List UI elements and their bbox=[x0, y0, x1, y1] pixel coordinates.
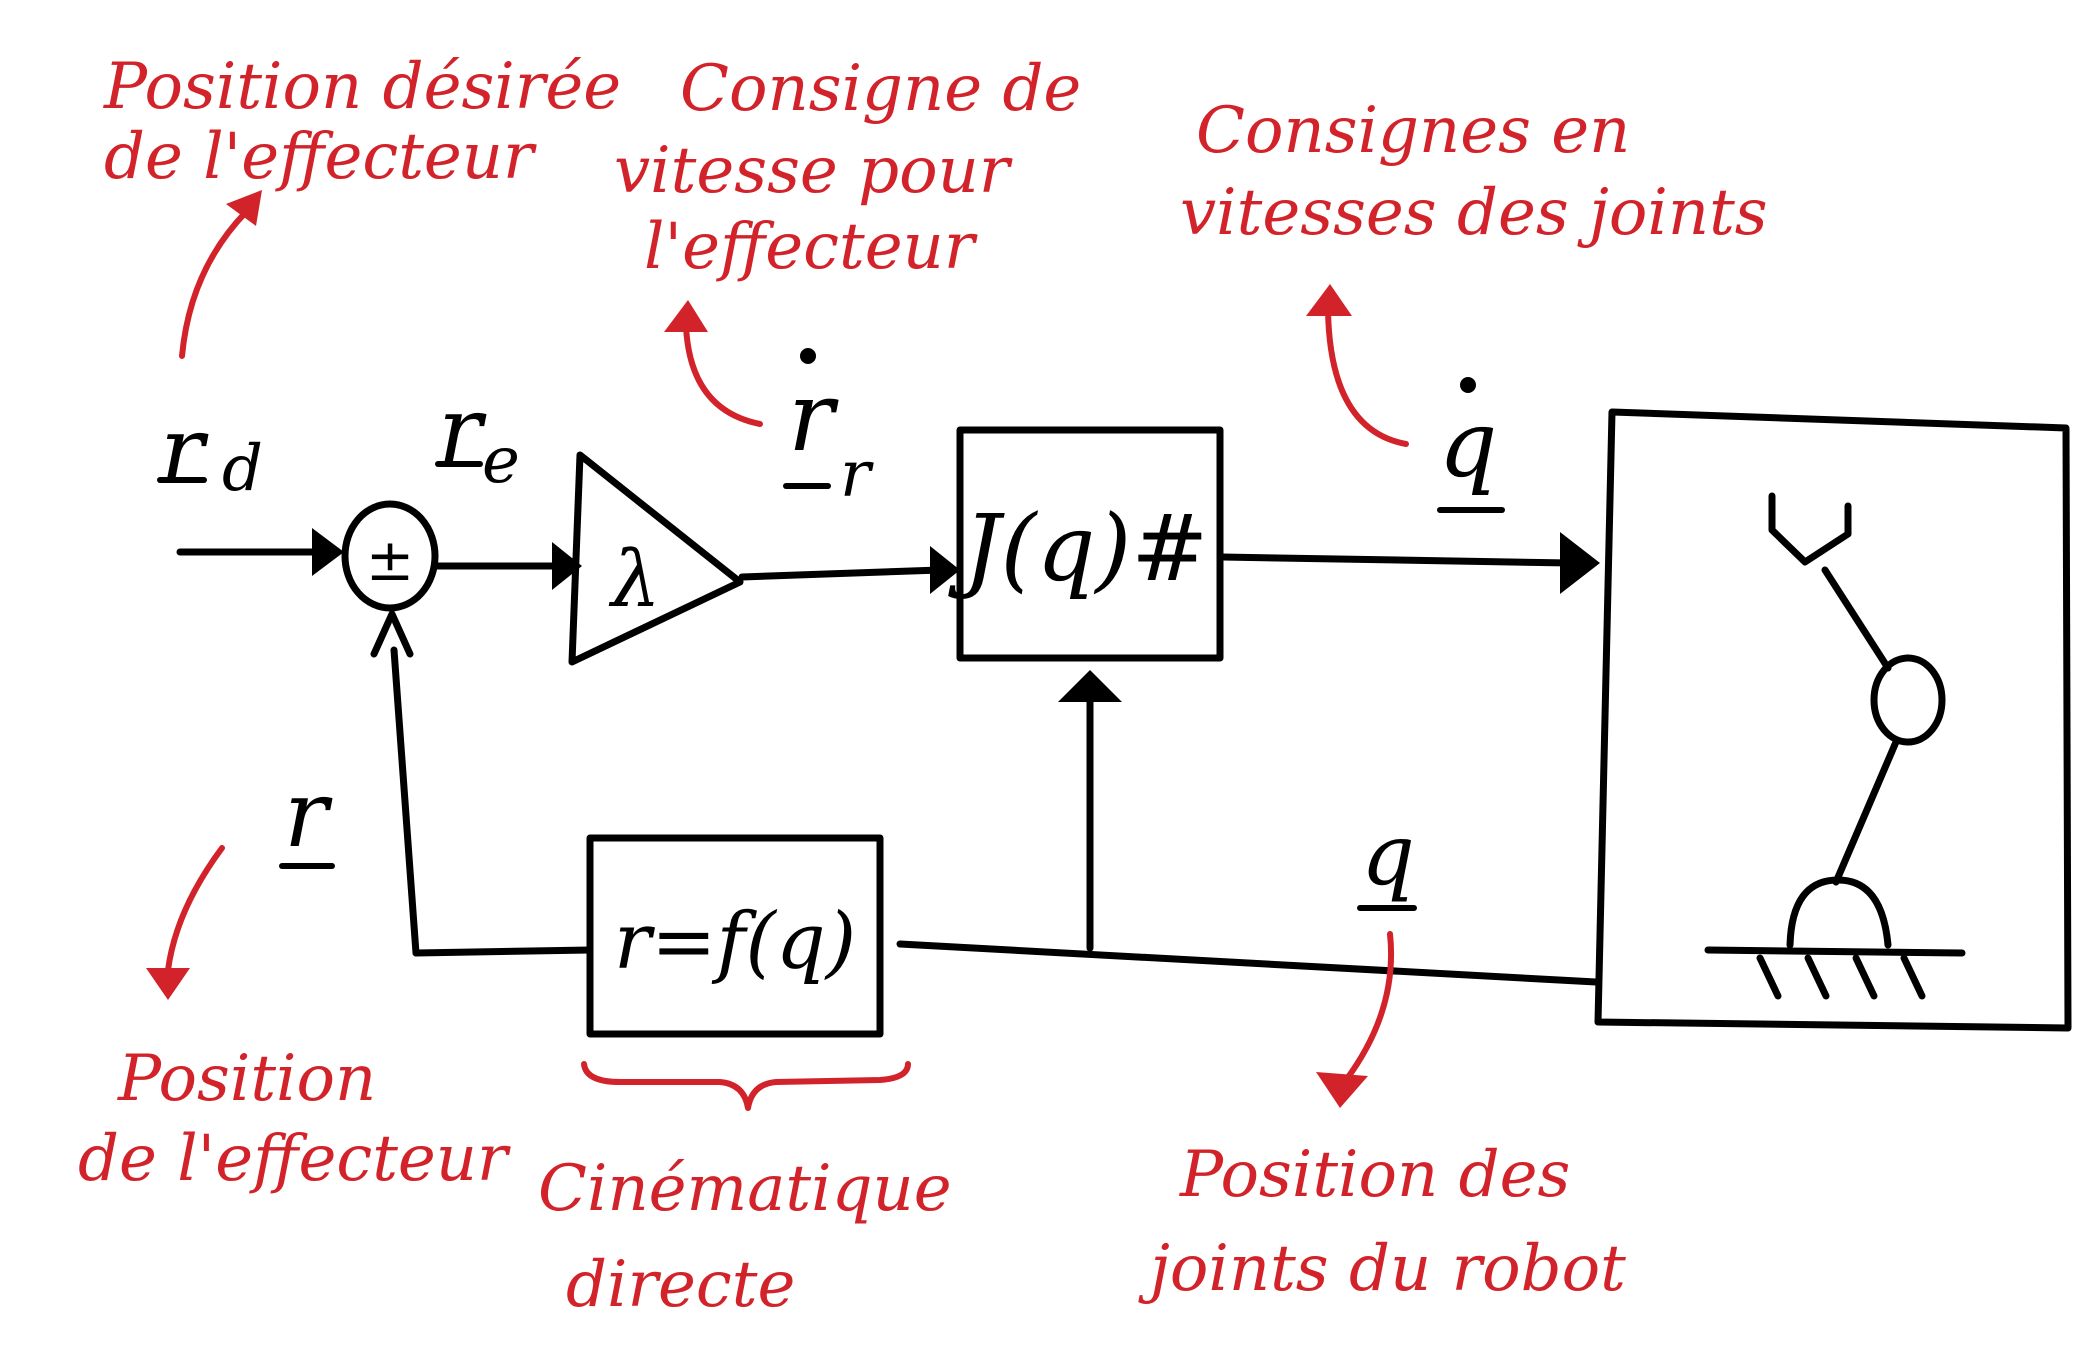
robot-ground-line bbox=[1704, 946, 1966, 957]
velocity-setpoint-arrowhead bbox=[664, 300, 708, 332]
svg-text:Cinématique: Cinématique bbox=[538, 1152, 952, 1226]
velocity-signal-line bbox=[738, 566, 944, 581]
gain-symbol: λ bbox=[608, 535, 660, 625]
desired-position-arrowhead bbox=[226, 190, 262, 226]
svg-text:directe: directe bbox=[566, 1248, 795, 1322]
svg-text:e: e bbox=[482, 424, 520, 498]
summing-feedback-line bbox=[390, 646, 420, 957]
symbol-q-dot: q bbox=[1437, 377, 1505, 513]
svg-text:r: r bbox=[284, 761, 333, 868]
joint-velocity-arrowhead bbox=[1306, 284, 1352, 316]
joint-velocity-pointer bbox=[1325, 307, 1409, 447]
svg-text:Consigne de: Consigne de bbox=[680, 52, 1081, 126]
svg-text:r: r bbox=[840, 438, 874, 512]
symbol-r: r bbox=[279, 761, 335, 869]
symbol-q: q bbox=[1357, 806, 1417, 911]
control-block-diagram: ± λ J(q)# r=f(q) r d r e r r q q r Posit… bbox=[78, 50, 2072, 1322]
robot-block bbox=[1594, 408, 2072, 1032]
joint-position-line bbox=[896, 940, 1600, 986]
svg-text:Position désirée: Position désirée bbox=[103, 50, 621, 124]
jacobian-feedback-arrowhead bbox=[1058, 670, 1122, 702]
svg-text:de l'effecteur: de l'effecteur bbox=[104, 120, 537, 194]
annotation-joint-velocity-setpoints: Consignes en vitesses des joints bbox=[1180, 94, 1768, 250]
svg-text:vitesses des joints: vitesses des joints bbox=[1180, 176, 1768, 250]
symbol-r-e: r e bbox=[435, 377, 520, 498]
joint-positions-arrowhead bbox=[1316, 1072, 1368, 1108]
svg-text:de l'effecteur: de l'effecteur bbox=[78, 1122, 511, 1196]
annotation-joint-positions: Position des joints du robot bbox=[1138, 1138, 1626, 1306]
forward-kinematics-brace bbox=[581, 1061, 911, 1111]
symbol-r-r-dot: r r bbox=[783, 348, 874, 512]
svg-text:Position des: Position des bbox=[1179, 1138, 1570, 1212]
robot-base-joint bbox=[1786, 876, 1892, 949]
summing-sign: ± bbox=[366, 526, 415, 594]
svg-text:q: q bbox=[1439, 391, 1498, 498]
svg-text:r: r bbox=[788, 361, 839, 473]
effector-position-line bbox=[412, 946, 594, 957]
annotation-velocity-setpoint: Consigne de vitesse pour l'effecteur bbox=[614, 52, 1081, 284]
svg-text:vitesse pour: vitesse pour bbox=[614, 134, 1013, 208]
desired-position-pointer bbox=[179, 209, 249, 359]
effector-position-pointer bbox=[165, 845, 225, 973]
robot-ground-hatching bbox=[1756, 954, 1926, 1000]
kinematics-label: r=f(q) bbox=[614, 897, 856, 987]
jacobian-label: J(q)# bbox=[948, 495, 1209, 602]
jacobian-input-arrowhead bbox=[930, 546, 960, 594]
robot-link-upper bbox=[1821, 566, 1892, 672]
svg-text:l'effecteur: l'effecteur bbox=[644, 210, 978, 284]
svg-text:q: q bbox=[1361, 806, 1415, 904]
robot-link-lower bbox=[1832, 738, 1900, 886]
robot-gripper bbox=[1768, 492, 1852, 566]
robot-input-arrowhead bbox=[1560, 532, 1600, 594]
symbol-r-d: r d bbox=[157, 397, 263, 506]
input-arrowhead bbox=[312, 528, 344, 576]
svg-text:Position: Position bbox=[117, 1042, 376, 1116]
svg-text:d: d bbox=[222, 432, 263, 506]
robot-elbow-joint bbox=[1870, 654, 1946, 746]
svg-text:r: r bbox=[160, 397, 209, 504]
svg-text:Consignes en: Consignes en bbox=[1196, 94, 1630, 168]
joint-positions-pointer bbox=[1343, 931, 1395, 1083]
annotation-desired-position: Position désirée de l'effecteur bbox=[103, 50, 621, 194]
annotation-effector-position: Position de l'effecteur bbox=[78, 1042, 511, 1196]
svg-text:joints du robot: joints du robot bbox=[1138, 1232, 1626, 1306]
joint-velocity-line bbox=[1218, 553, 1574, 567]
effector-position-arrowhead bbox=[146, 968, 190, 1000]
svg-text:r: r bbox=[438, 377, 487, 484]
annotation-forward-kinematics: Cinématique directe bbox=[538, 1152, 952, 1322]
velocity-setpoint-pointer bbox=[683, 323, 763, 427]
